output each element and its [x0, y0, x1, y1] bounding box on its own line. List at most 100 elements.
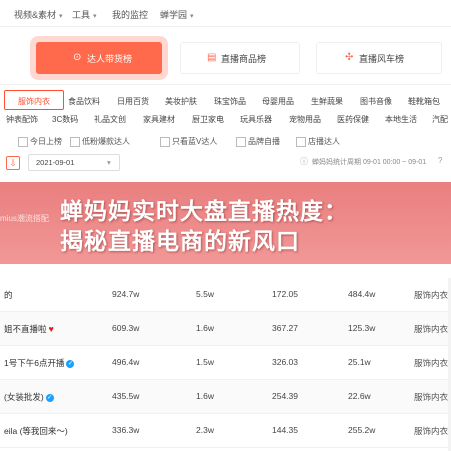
tab-label: 达人带货榜 [87, 54, 133, 64]
main-category: 服饰内衣 [414, 324, 449, 334]
obscured-row-name: mius潮流搭配 [0, 214, 49, 223]
checkbox-today[interactable] [18, 137, 28, 147]
category-jewelry[interactable]: 珠宝饰品 [214, 96, 246, 107]
unit-price: 172.05 [272, 289, 298, 299]
tab-label: 直播商品榜 [221, 54, 267, 64]
category-books[interactable]: 图书音像 [360, 96, 392, 107]
main-category: 服饰内衣 [414, 290, 449, 300]
unit-price: 326.03 [272, 357, 298, 367]
sales-amount: 435.5w [112, 391, 140, 401]
influencer-name-wrap[interactable]: 1号下午6点开播 ✓ [4, 357, 75, 369]
influencer-name: (女装批发) [4, 392, 44, 402]
list-icon: ▤ [207, 52, 217, 63]
location-pin-icon: ⊙ [73, 52, 82, 63]
tab-influencer-sales-rank[interactable]: ⊙ 达人带货榜 [36, 42, 162, 74]
main-category: 服饰内衣 [414, 392, 449, 402]
sales-volume: 1.6w [196, 323, 214, 333]
influencer-name[interactable]: eila (等我回来～) [4, 425, 68, 437]
chevron-down-icon: ▾ [59, 13, 63, 20]
fans: 484.4w [348, 289, 376, 299]
checkbox-label: 只看蓝V达人 [172, 137, 218, 146]
tab-live-product-rank[interactable]: ▤ 直播商品榜 [180, 42, 300, 74]
table-row[interactable]: eila (等我回来～) 336.3w 2.3w 144.35 255.2w 服… [0, 414, 451, 448]
table-row[interactable]: (女装批发) ✓ 435.5w 1.6w 254.39 22.6w 服饰内衣 [0, 380, 451, 414]
heart-icon: ♥ [48, 324, 54, 334]
headline-line-1: 蝉妈妈实时大盘直播热度： [60, 198, 348, 224]
checkbox-label: 品牌自播 [248, 137, 280, 146]
table-row[interactable]: 1号下午6点开播 ✓ 496.4w 1.5w 326.03 25.1w 服饰内衣 [0, 346, 451, 380]
category-fresh[interactable]: 生鲜蔬果 [311, 96, 343, 107]
sales-amount: 609.3w [112, 323, 140, 333]
influencer-name: 姐不直播啦 [4, 324, 47, 334]
nav-video-materials[interactable]: 视频&素材 ▾ [14, 8, 63, 21]
nav-tools[interactable]: 工具 ▾ [72, 8, 97, 21]
tab-live-windmill-rank[interactable]: ✣ 直播风车榜 [316, 42, 442, 74]
sales-volume: 1.6w [196, 391, 214, 401]
chevron-down-icon: ▾ [190, 13, 194, 20]
category-auto-parts[interactable]: 汽配 [432, 114, 448, 125]
download-button[interactable]: ⇩ [6, 156, 20, 170]
category-3c[interactable]: 3C数码 [52, 114, 78, 125]
sales-amount: 336.3w [112, 425, 140, 435]
checkbox-label: 低粉爆款达人 [82, 137, 130, 146]
unit-price: 254.39 [272, 391, 298, 401]
divider [0, 26, 451, 27]
category-baby[interactable]: 母婴用品 [262, 96, 294, 107]
sales-volume: 5.5w [196, 289, 214, 299]
headline-banner: 蝉妈妈实时大盘直播热度： 揭秘直播电商的新风口 [0, 182, 451, 264]
checkbox-brand-self[interactable] [236, 137, 246, 147]
table-row[interactable]: 姐不直播啦 ♥ 609.3w 1.6w 367.27 125.3w 服饰内衣 [0, 312, 451, 346]
category-beauty[interactable]: 美妆护肤 [165, 96, 197, 107]
verified-badge-icon: ✓ [66, 360, 75, 368]
fans: 22.6w [348, 391, 371, 401]
headline-line-2: 揭秘直播电商的新风口 [60, 228, 300, 254]
category-furniture[interactable]: 家具建材 [143, 114, 175, 125]
unit-price: 144.35 [272, 425, 298, 435]
checkbox-low-fans[interactable] [70, 137, 80, 147]
unit-price: 367.27 [272, 323, 298, 333]
checkbox-blue-v[interactable] [160, 137, 170, 147]
main-category: 服饰内衣 [414, 358, 449, 368]
category-kitchen[interactable]: 厨卫家电 [192, 114, 224, 125]
info-icon: ⓘ [300, 157, 308, 166]
checkbox-store-live[interactable] [296, 137, 306, 147]
tab-label: 直播风车榜 [359, 54, 405, 64]
help-icon[interactable]: ? [438, 156, 442, 165]
fans: 125.3w [348, 323, 376, 333]
date-picker[interactable]: 2021-09-01 ▾ [28, 154, 120, 171]
stat-period-text: 蝉妈妈统计周期 09-01 00:00 ~ 09-01 [312, 159, 427, 166]
fans: 255.2w [348, 425, 376, 435]
category-toys[interactable]: 玩具乐器 [240, 114, 272, 125]
main-category: 服饰内衣 [414, 426, 449, 436]
category-daily-goods[interactable]: 日用百货 [117, 96, 149, 107]
checkbox-label: 今日上榜 [30, 137, 62, 146]
influencer-name: 1号下午6点开播 [4, 358, 65, 368]
category-watches[interactable]: 钟表配饰 [6, 114, 38, 125]
windmill-icon: ✣ [345, 52, 354, 63]
fans: 25.1w [348, 357, 371, 367]
category-pets[interactable]: 宠物用品 [289, 114, 321, 125]
sales-volume: 2.3w [196, 425, 214, 435]
category-apparel[interactable]: 服饰内衣 [18, 96, 50, 107]
divider [0, 84, 451, 85]
category-health[interactable]: 医药保健 [337, 114, 369, 125]
sales-volume: 1.5w [196, 357, 214, 367]
date-value: 2021-09-01 [36, 158, 75, 167]
category-food-drink[interactable]: 食品饮料 [68, 96, 100, 107]
nav-chan-academy[interactable]: 蝉学园 ▾ [160, 8, 194, 21]
influencer-name-wrap[interactable]: (女装批发) ✓ [4, 391, 54, 403]
influencer-name-wrap[interactable]: 姐不直播啦 ♥ [4, 323, 54, 335]
table-row[interactable]: 的 924.7w 5.5w 172.05 484.4w 服饰内衣 [0, 278, 451, 312]
sales-amount: 496.4w [112, 357, 140, 367]
chevron-down-icon: ▾ [93, 13, 97, 20]
sales-amount: 924.7w [112, 289, 140, 299]
category-local-life[interactable]: 本地生活 [385, 114, 417, 125]
category-gifts[interactable]: 礼品文创 [94, 114, 126, 125]
category-shoes-bags[interactable]: 鞋靴箱包 [408, 96, 440, 107]
verified-badge-icon: ✓ [45, 394, 54, 402]
chevron-down-icon: ▾ [107, 158, 111, 167]
nav-my-monitor[interactable]: 我的监控 [112, 8, 148, 21]
top-navigation: 视频&素材 ▾ 工具 ▾ 我的监控 蝉学园 ▾ [0, 0, 451, 26]
influencer-name[interactable]: 的 [4, 289, 13, 301]
checkbox-label: 店播达人 [308, 137, 340, 146]
